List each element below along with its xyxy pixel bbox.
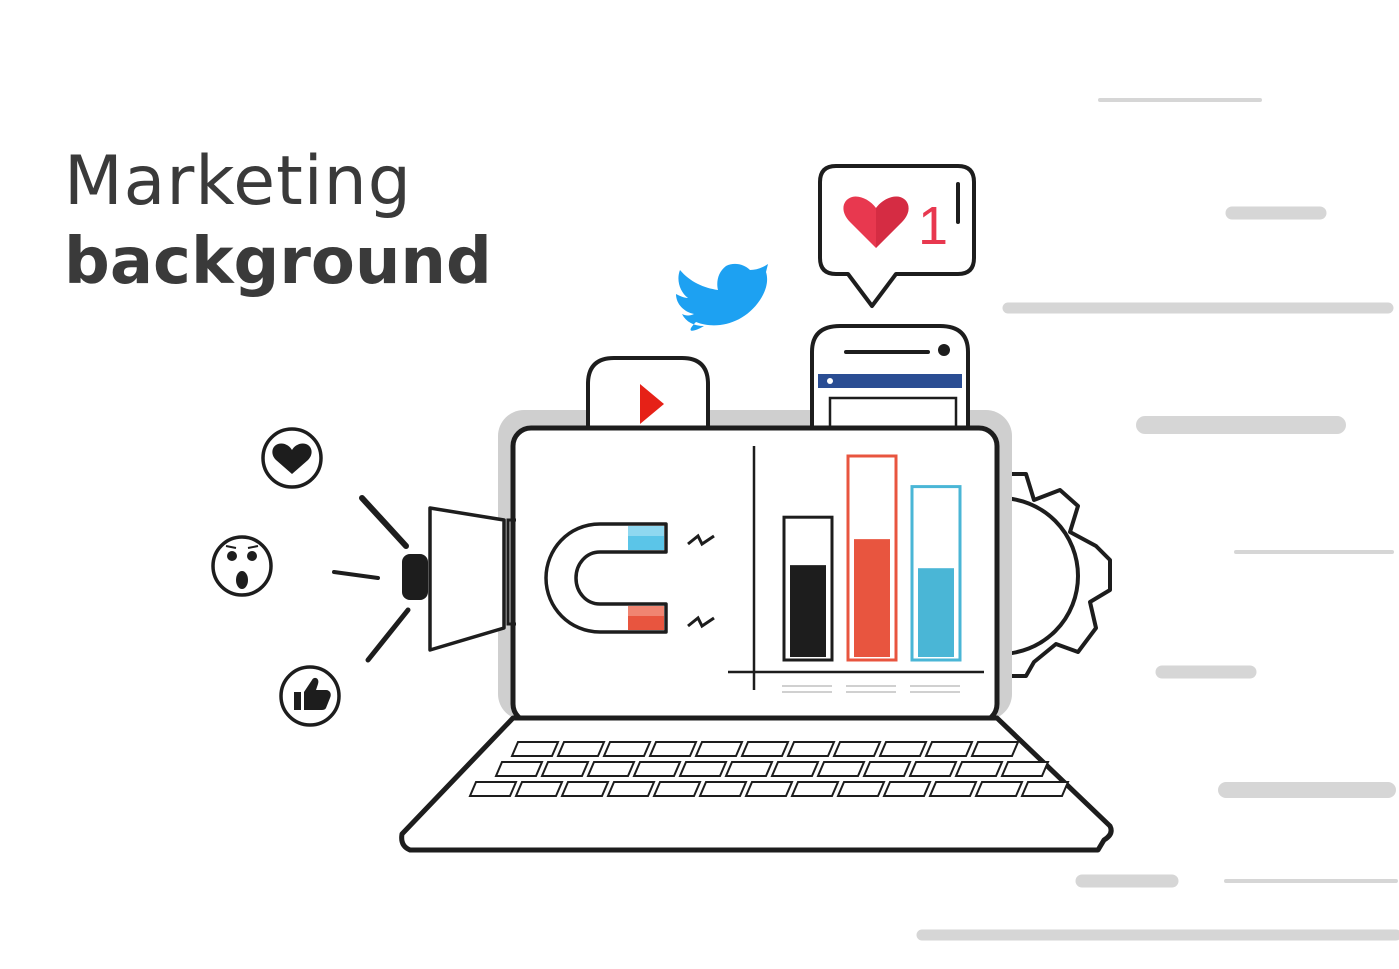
keyboard-key — [560, 781, 610, 797]
keyboard-key — [832, 741, 882, 757]
keyboard-key — [744, 781, 794, 797]
keyboard-key — [586, 761, 636, 777]
keyboard-key — [928, 781, 978, 797]
laptop-keyboard — [399, 715, 1114, 853]
keyboard-key — [862, 761, 912, 777]
youtube-card — [586, 356, 710, 432]
keyboard-key — [540, 761, 590, 777]
keyboard-key — [648, 741, 698, 757]
keyboard-key — [970, 741, 1020, 757]
keyboard-key — [510, 741, 560, 757]
keyboard-key — [790, 781, 840, 797]
notification-count: 1 — [918, 196, 948, 256]
laptop-icon — [510, 425, 1000, 725]
keyboard-key — [882, 781, 932, 797]
marketing-illustration: 1 — [211, 98, 1399, 941]
smartphone-icon — [810, 324, 970, 440]
keyboard-key — [632, 761, 682, 777]
keyboard-key — [494, 761, 544, 777]
keyboard-key — [974, 781, 1024, 797]
chart-bar — [918, 568, 954, 657]
surprised-face-icon — [211, 535, 273, 597]
facebook-bar — [818, 374, 962, 388]
keyboard-key — [878, 741, 928, 757]
keyboard-key — [786, 741, 836, 757]
keyboard-key — [602, 741, 652, 757]
heart-reaction-icon — [261, 427, 323, 489]
keyboard-key — [1000, 761, 1050, 777]
megaphone-icon — [332, 495, 516, 663]
keyboard-key — [908, 761, 958, 777]
twitter-bird-icon — [676, 263, 768, 331]
keyboard-key — [924, 741, 974, 757]
thumbs-up-icon — [279, 665, 341, 727]
keyboard-key — [606, 781, 656, 797]
chart-bar — [854, 539, 890, 657]
keyboard-key — [724, 761, 774, 777]
keyboard-key — [1020, 781, 1070, 797]
keyboard-key — [514, 781, 564, 797]
keyboard-key — [836, 781, 886, 797]
keyboard-key — [468, 781, 518, 797]
keyboard-key — [694, 741, 744, 757]
keyboard-key — [770, 761, 820, 777]
like-notification: 1 — [818, 164, 976, 308]
keyboard-key — [816, 761, 866, 777]
keyboard-key — [652, 781, 702, 797]
chart-bar — [790, 565, 826, 657]
keyboard-key — [698, 781, 748, 797]
keyboard-key — [556, 741, 606, 757]
keyboard-key — [954, 761, 1004, 777]
keyboard-key — [678, 761, 728, 777]
keyboard-key — [740, 741, 790, 757]
